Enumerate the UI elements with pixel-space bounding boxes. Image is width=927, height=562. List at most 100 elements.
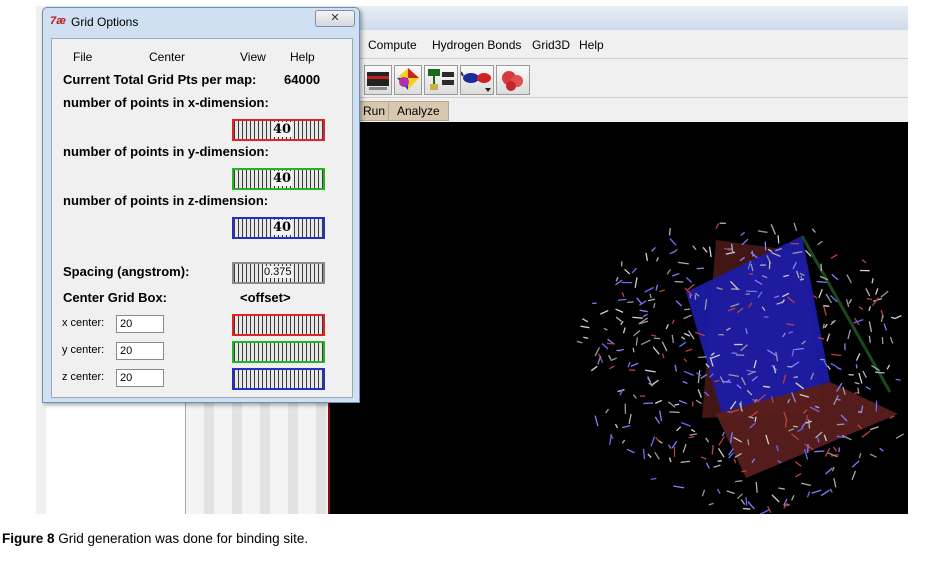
bond-stick (813, 295, 818, 299)
tab-analyze[interactable]: Analyze (388, 101, 449, 121)
bond-stick (705, 437, 710, 443)
bond-stick (745, 293, 751, 296)
bond-stick (609, 434, 613, 445)
bond-stick (858, 306, 864, 310)
bond-stick (659, 410, 663, 422)
bond-stick (814, 450, 825, 453)
bond-stick (866, 298, 872, 301)
figure-label: Figure 8 (2, 531, 55, 546)
bond-stick (778, 487, 785, 490)
bond-stick (631, 267, 638, 274)
bond-stick (661, 353, 665, 359)
bond-stick (652, 346, 660, 355)
bond-stick (747, 439, 750, 446)
bond-stick (808, 419, 811, 429)
bond-stick (718, 435, 725, 446)
bond-stick (675, 300, 683, 307)
molecule-viewer[interactable] (328, 122, 908, 515)
bond-stick (681, 421, 691, 427)
dialog-menu-view[interactable]: View (240, 50, 266, 64)
bond-stick (895, 378, 901, 381)
bond-stick (674, 364, 678, 372)
bond-stick (654, 451, 660, 460)
bond-stick (667, 401, 676, 408)
z-center-thumbwheel[interactable] (232, 368, 325, 390)
z-dimension-label: number of points in z-dimension: (63, 193, 269, 208)
y-center-thumbwheel[interactable] (232, 341, 325, 363)
x-center-thumbwheel[interactable] (232, 314, 325, 336)
bond-stick (767, 505, 772, 513)
bond-stick (681, 336, 686, 340)
bond-stick (851, 470, 857, 481)
stereo-glasses-button[interactable] (460, 65, 494, 95)
total-grid-points-label: Current Total Grid Pts per map: (63, 72, 257, 87)
dashboard-list-panel (186, 401, 326, 514)
bond-stick (824, 447, 831, 457)
dialog-menu-center[interactable]: Center (149, 50, 185, 64)
bond-stick (702, 246, 708, 253)
x-center-input[interactable] (116, 315, 164, 333)
bond-stick (683, 370, 694, 376)
bond-stick (713, 464, 721, 468)
bond-stick (716, 488, 721, 494)
bond-stick (651, 246, 656, 252)
bond-stick (642, 313, 648, 318)
bond-stick (622, 327, 626, 334)
center-grid-box-label: Center Grid Box: (63, 290, 168, 305)
y-points-thumbwheel[interactable]: 40 (232, 168, 325, 190)
bond-stick (697, 389, 703, 398)
bond-stick (890, 316, 896, 320)
spacing-thumbwheel[interactable]: 0.375 (232, 262, 325, 284)
bond-stick (816, 280, 827, 284)
z-center-input[interactable] (116, 369, 164, 387)
display-button[interactable] (364, 65, 392, 95)
dialog-titlebar[interactable]: 7æ Grid Options ✕ (43, 8, 359, 36)
bond-stick (678, 261, 689, 265)
color-shapes-button[interactable] (394, 65, 422, 95)
bond-stick (597, 355, 602, 365)
bond-stick (847, 329, 851, 340)
molecule-surface-button[interactable] (496, 65, 530, 95)
dialog-menu-help[interactable]: Help (290, 50, 315, 64)
bond-stick (757, 230, 768, 234)
bond-stick (645, 252, 649, 262)
menu-grid3d[interactable]: Grid3D (532, 38, 570, 52)
bond-stick (633, 329, 641, 337)
bond-stick (794, 461, 802, 467)
bond-stick (642, 448, 646, 460)
bond-stick (635, 337, 639, 346)
bond-stick (823, 305, 830, 307)
bond-stick (606, 342, 616, 345)
bond-stick (590, 365, 598, 372)
spacing-label: Spacing (angstrom): (63, 264, 190, 279)
bond-stick (654, 416, 661, 424)
molecule-settings-button[interactable] (424, 65, 458, 95)
bond-stick (836, 366, 842, 370)
bond-stick (688, 435, 695, 439)
y-center-input[interactable] (116, 342, 164, 360)
bond-stick (667, 444, 672, 449)
bond-stick (643, 402, 654, 405)
bond-stick (836, 423, 845, 426)
dialog-menu-file[interactable]: File (73, 50, 92, 64)
z-points-thumbwheel[interactable]: 40 (232, 217, 325, 239)
bond-stick (826, 333, 831, 342)
close-icon: ✕ (330, 12, 340, 24)
bond-stick (614, 423, 619, 429)
menu-hydrogen-bonds[interactable]: Hydrogen Bonds (432, 38, 521, 52)
bond-stick (676, 426, 682, 432)
bond-stick (690, 428, 696, 433)
close-button[interactable]: ✕ (315, 10, 355, 27)
bond-stick (895, 315, 902, 319)
x-points-thumbwheel[interactable]: 40 (232, 119, 325, 141)
bond-stick (615, 316, 622, 322)
bond-stick (615, 308, 624, 313)
bond-stick (668, 228, 671, 236)
bond-stick (895, 433, 905, 439)
menu-help[interactable]: Help (579, 38, 604, 52)
dashboard-panel (46, 401, 186, 514)
bond-stick (698, 356, 707, 359)
menu-compute[interactable]: Compute (368, 38, 417, 52)
bond-stick (787, 365, 793, 368)
bond-stick (747, 501, 755, 510)
